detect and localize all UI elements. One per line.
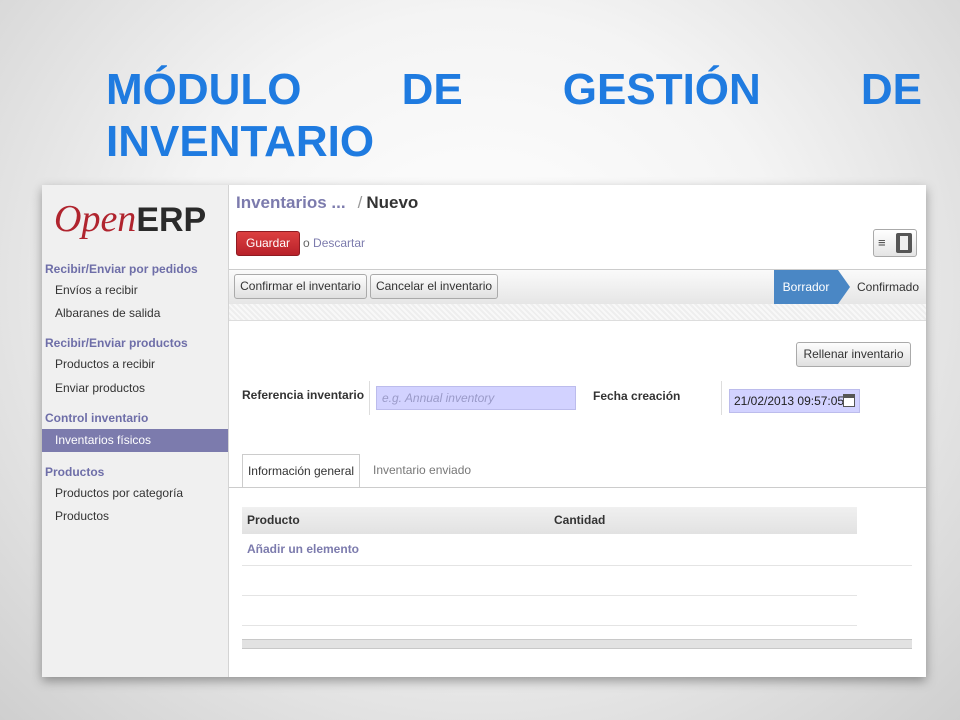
table-row: [242, 595, 857, 596]
breadcrumb-current: Nuevo: [366, 193, 419, 212]
stage-borrador[interactable]: Borrador: [774, 270, 850, 304]
breadcrumb-separator: /: [357, 193, 363, 212]
table-row: Añadir un elemento: [242, 535, 912, 566]
sidebar-section-productos-envio: Recibir/Enviar productos: [45, 336, 188, 350]
openerp-window: OpenERP Recibir/Enviar por pedidos Envío…: [42, 185, 926, 677]
or-text: o: [303, 236, 310, 250]
sidebar-item-productos-categoria[interactable]: Productos por categoría: [42, 482, 228, 505]
sidebar-section-control-inventario: Control inventario: [45, 411, 149, 425]
sheet-background: [229, 304, 926, 320]
calendar-icon[interactable]: [843, 394, 855, 407]
tab-informacion-general[interactable]: Información general: [242, 454, 360, 488]
main-panel: Inventarios ... / Nuevo Guardar o Descarta…: [229, 185, 926, 677]
sidebar-section-productos: Productos: [45, 465, 105, 479]
sidebar-item-enviar-productos[interactable]: Enviar productos: [42, 377, 228, 400]
form-sheet: Rellenar inventario Referencia inventari…: [229, 320, 926, 677]
table-header: Producto Cantidad: [242, 507, 857, 534]
save-button[interactable]: Guardar: [236, 231, 300, 256]
sidebar: OpenERP Recibir/Enviar por pedidos Envío…: [42, 185, 229, 677]
view-switcher: ≡: [873, 229, 917, 257]
sidebar-item-productos-recibir[interactable]: Productos a recibir: [42, 353, 228, 376]
status-bar: Confirmar el inventario Cancelar el inve…: [229, 269, 926, 305]
or-text-wrap: o Descartar: [303, 236, 365, 250]
table-row: [242, 625, 857, 626]
sidebar-section-pedidos: Recibir/Enviar por pedidos: [45, 262, 198, 276]
discard-link[interactable]: Descartar: [313, 236, 365, 250]
tab-divider: [229, 487, 926, 488]
date-value: 21/02/2013 09:57:05: [734, 394, 845, 408]
stage-confirmado[interactable]: Confirmado: [857, 270, 919, 304]
reference-input[interactable]: [376, 386, 576, 410]
logo-open-text: Open: [54, 198, 137, 240]
breadcrumb: Inventarios ... / Nuevo: [236, 193, 418, 213]
sidebar-item-inventarios-fisicos[interactable]: Inventarios físicos: [42, 429, 228, 452]
openerp-logo[interactable]: OpenERP: [54, 193, 214, 245]
tab-inventario-enviado[interactable]: Inventario enviado: [373, 454, 471, 488]
confirm-inventory-button[interactable]: Confirmar el inventario: [234, 274, 367, 299]
fill-inventory-button[interactable]: Rellenar inventario: [796, 342, 911, 367]
sidebar-item-productos[interactable]: Productos: [42, 505, 228, 528]
breadcrumb-parent[interactable]: Inventarios ...: [236, 193, 346, 212]
add-item-link[interactable]: Añadir un elemento: [247, 542, 359, 556]
sidebar-item-envios-recibir[interactable]: Envíos a recibir: [42, 279, 228, 302]
field-separator: [721, 381, 722, 415]
date-label: Fecha creación: [593, 389, 681, 403]
sidebar-item-albaranes-salida[interactable]: Albaranes de salida: [42, 302, 228, 325]
list-icon[interactable]: ≡: [878, 236, 890, 250]
field-separator: [369, 381, 370, 415]
form-view-icon[interactable]: [896, 233, 912, 253]
logo-erp-text: ERP: [136, 201, 207, 239]
date-field[interactable]: 21/02/2013 09:57:05: [729, 389, 860, 413]
cancel-inventory-button[interactable]: Cancelar el inventario: [370, 274, 498, 299]
table-footer: [242, 639, 912, 649]
column-producto[interactable]: Producto: [247, 507, 300, 534]
slide-title: MÓDULO DE GESTIÓN DE INVENTARIO: [106, 65, 922, 166]
column-cantidad[interactable]: Cantidad: [554, 507, 605, 534]
reference-label: Referencia inventario: [242, 388, 365, 402]
